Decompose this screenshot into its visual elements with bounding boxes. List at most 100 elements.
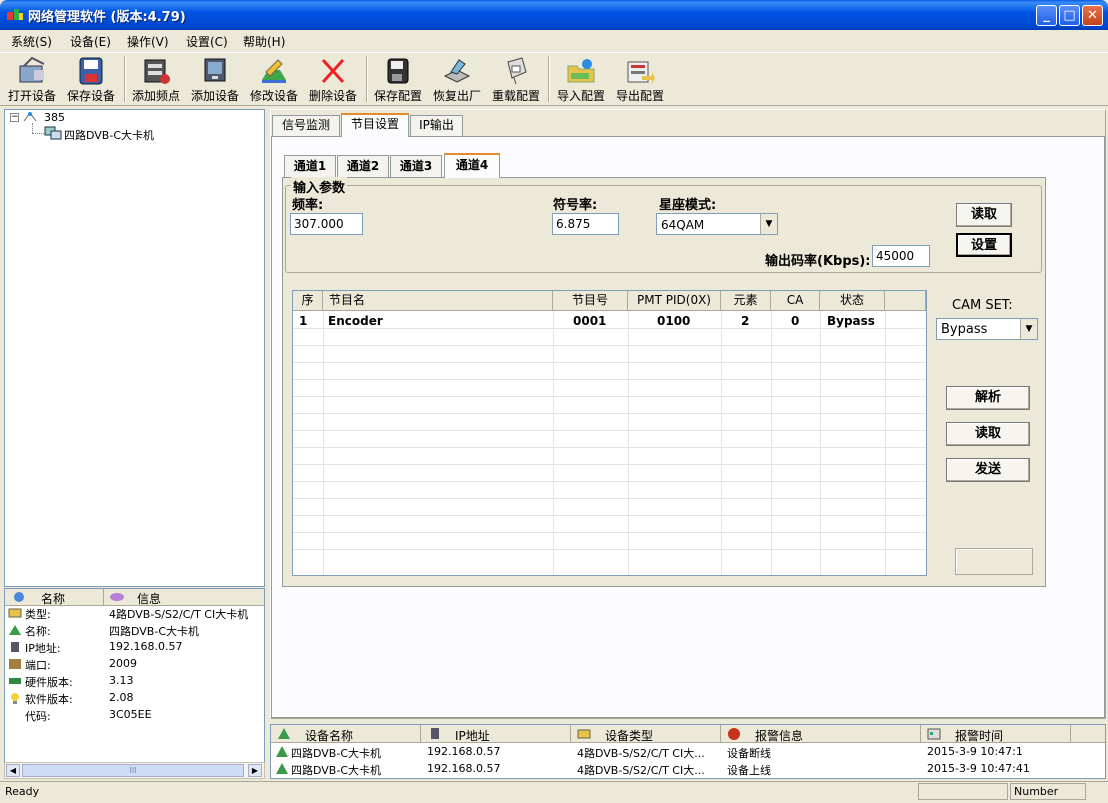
freq-label: 频率: xyxy=(292,198,324,213)
chevron-down-icon[interactable]: ▼ xyxy=(760,214,777,234)
tab-channel-2[interactable]: 通道2 xyxy=(337,155,389,177)
log-cell-ip[interactable]: 192.168.0.57 xyxy=(427,762,500,775)
close-button[interactable]: ✕ xyxy=(1082,5,1103,26)
log-cell-type[interactable]: 4路DVB-S/S2/C/T CI大... xyxy=(577,762,705,778)
scroll-right-button[interactable]: ▶ xyxy=(248,764,262,777)
log-col-ip[interactable]: IP地址 xyxy=(421,725,571,743)
scroll-thumb[interactable]: III xyxy=(22,764,244,777)
log-col-device-type[interactable]: 设备类型 xyxy=(571,725,721,743)
read-program-button[interactable]: 读取 xyxy=(946,422,1030,446)
import-config-button[interactable]: 导入配置 xyxy=(553,55,609,105)
info-value: 四路DVB-C大卡机 xyxy=(109,625,199,638)
scroll-left-button[interactable]: ◀ xyxy=(6,764,20,777)
grid-line xyxy=(293,362,926,363)
col-header-status[interactable]: 状态 xyxy=(820,291,885,311)
chevron-down-icon[interactable]: ▼ xyxy=(1020,319,1037,339)
cell-status[interactable]: Bypass xyxy=(827,314,875,328)
info-column-icon xyxy=(110,593,124,601)
device-tree xyxy=(4,109,265,587)
tab-channel-1[interactable]: 通道1 xyxy=(284,155,336,177)
info-header: 名称 信息 xyxy=(5,589,264,606)
save-device-button[interactable]: 保存设备 xyxy=(63,55,119,105)
menu-settings[interactable]: 设置(C) xyxy=(186,33,228,50)
tree-line xyxy=(32,133,44,134)
tree-collapse-icon[interactable]: − xyxy=(10,113,19,122)
alarm-log-list[interactable]: 设备名称 IP地址 设备类型 报警信息 报警时间 四路DVB-C大卡机 192.… xyxy=(270,724,1106,779)
open-device-button[interactable]: 打开设备 xyxy=(4,55,60,105)
info-key: 端口: xyxy=(25,659,51,672)
log-cell-device[interactable]: 四路DVB-C大卡机 xyxy=(291,762,381,778)
read-params-button[interactable]: 读取 xyxy=(956,203,1012,227)
cell-pmt-pid[interactable]: 0100 xyxy=(657,314,690,328)
menu-help[interactable]: 帮助(H) xyxy=(243,33,285,50)
factory-reset-button[interactable]: 恢复出厂 xyxy=(429,55,485,105)
menu-device[interactable]: 设备(E) xyxy=(70,33,111,50)
edit-device-button[interactable]: 修改设备 xyxy=(246,55,302,105)
grid-line xyxy=(553,311,554,575)
grid-line xyxy=(293,464,926,465)
program-table[interactable]: 序 节目名 节目号 PMT PID(0X) 元素 CA 状态 1 Encoder… xyxy=(292,290,927,576)
col-header-index[interactable]: 序 xyxy=(293,291,323,311)
send-button[interactable]: 发送 xyxy=(946,458,1030,482)
device-type-icon xyxy=(577,729,591,739)
tab-channel-3[interactable]: 通道3 xyxy=(390,155,442,177)
log-cell-ip[interactable]: 192.168.0.57 xyxy=(427,745,500,758)
col-header-program-name[interactable]: 节目名 xyxy=(323,291,553,311)
col-header-program-number[interactable]: 节目号 xyxy=(553,291,628,311)
info-value: 192.168.0.57 xyxy=(109,640,183,653)
factory-reset-icon xyxy=(443,59,471,83)
maximize-button[interactable]: □ xyxy=(1059,5,1080,26)
export-config-button[interactable]: 导出配置 xyxy=(612,55,668,105)
output-bitrate-input[interactable] xyxy=(872,245,930,267)
tree-item-device[interactable]: 四路DVB-C大卡机 xyxy=(64,127,154,143)
cell-elements[interactable]: 2 xyxy=(741,314,749,328)
log-col-alarm-time[interactable]: 报警时间 xyxy=(921,725,1071,743)
log-cell-type[interactable]: 4路DVB-S/S2/C/T CI大... xyxy=(577,745,705,761)
cell-ca[interactable]: 0 xyxy=(791,314,799,328)
tab-channel-4[interactable]: 通道4 xyxy=(444,153,500,178)
import-config-icon xyxy=(567,59,595,83)
cam-set-label: CAM SET: xyxy=(952,298,1013,313)
log-cell-time[interactable]: 2015-3-9 10:47:41 xyxy=(927,762,1030,775)
col-header-elements[interactable]: 元素 xyxy=(721,291,771,311)
log-col-device-name[interactable]: 设备名称 xyxy=(271,725,421,743)
log-header-label: 报警信息 xyxy=(755,729,804,743)
log-cell-alarm[interactable]: 设备上线 xyxy=(727,762,771,778)
parse-button[interactable]: 解析 xyxy=(946,386,1030,410)
freq-input[interactable] xyxy=(290,213,363,235)
cell-program-number[interactable]: 0001 xyxy=(573,314,606,328)
window-title: 网络管理软件 (版本:4.79) xyxy=(28,10,186,25)
constellation-value: 64QAM xyxy=(661,218,705,232)
add-frequency-button[interactable]: 添加频点 xyxy=(128,55,184,105)
menu-operation[interactable]: 操作(V) xyxy=(127,33,169,50)
delete-device-button[interactable]: 删除设备 xyxy=(305,55,361,105)
log-cell-device[interactable]: 四路DVB-C大卡机 xyxy=(291,745,381,761)
cell-index[interactable]: 1 xyxy=(299,314,307,328)
grid-line xyxy=(293,379,926,380)
tree-root-label[interactable]: 385 xyxy=(44,111,65,124)
reload-config-button[interactable]: 重载配置 xyxy=(488,55,544,105)
col-header-ca[interactable]: CA xyxy=(771,291,820,311)
grid-line xyxy=(293,549,926,550)
constellation-select[interactable]: 64QAM ▼ xyxy=(656,213,778,235)
tab-signal-monitor[interactable]: 信号监测 xyxy=(272,115,340,136)
log-col-alarm-info[interactable]: 报警信息 xyxy=(721,725,921,743)
minimize-button[interactable]: _ xyxy=(1036,5,1057,26)
log-cell-alarm[interactable]: 设备断线 xyxy=(727,745,771,761)
cam-set-select[interactable]: Bypass ▼ xyxy=(936,318,1038,340)
status-box xyxy=(955,548,1033,575)
tab-program-settings[interactable]: 节目设置 xyxy=(341,113,409,137)
save-config-icon xyxy=(387,58,409,84)
cell-program-name[interactable]: Encoder xyxy=(328,314,383,328)
menu-system[interactable]: 系统(S) xyxy=(11,33,52,50)
symbol-rate-input[interactable] xyxy=(552,213,619,235)
save-config-button[interactable]: 保存配置 xyxy=(370,55,426,105)
network-icon xyxy=(23,112,37,122)
col-header-pmt-pid[interactable]: PMT PID(0X) xyxy=(628,291,721,311)
grid-line xyxy=(293,413,926,414)
add-device-button[interactable]: 添加设备 xyxy=(187,55,243,105)
log-cell-time[interactable]: 2015-3-9 10:47:1 xyxy=(927,745,1023,758)
info-key: 代码: xyxy=(25,710,51,723)
tab-ip-output[interactable]: IP输出 xyxy=(410,115,463,136)
set-params-button[interactable]: 设置 xyxy=(956,233,1012,257)
